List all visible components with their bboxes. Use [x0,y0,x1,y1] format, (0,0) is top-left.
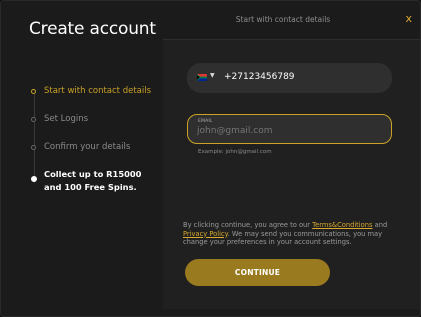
terms-middle: and [372,221,388,229]
steps-line [34,90,35,183]
south-africa-flag-icon[interactable] [197,74,207,81]
phone-value[interactable]: +27123456789 [224,72,295,82]
email-example-hint: Example: john@gmail.com [198,149,272,155]
chevron-down-icon[interactable]: ▼ [210,72,215,79]
terms-conditions-link[interactable]: Terms&Conditions [312,221,372,229]
left-pane: Create account Start with contact detail… [1,1,163,316]
email-field[interactable]: EMAIL [187,114,392,144]
page-title: Create account [29,19,156,39]
terms-text: By clicking continue, you agree to our T… [183,221,395,247]
step-dot [31,89,36,94]
terms-prefix: By clicking continue, you agree to our [183,221,313,229]
email-label: EMAIL [198,119,213,124]
step-label: Start with contact details [44,86,152,96]
step-label: Collect up to R15000 and 100 Free Spins. [44,169,142,192]
step-dot [31,117,36,122]
step-dot [31,145,36,150]
email-input[interactable] [197,126,377,136]
step-dot [31,176,37,182]
close-button[interactable]: x [405,12,412,25]
phone-field[interactable]: ▼ +27123456789 [187,63,392,93]
continue-button[interactable]: CONTINUE [185,259,330,286]
step-label: Set Logins [44,114,89,124]
create-account-modal: Create account Start with contact detail… [0,0,421,317]
step-label: Confirm your details [44,142,131,152]
right-header: Start with contact details x [163,1,420,40]
privacy-policy-link[interactable]: Privacy Policy [183,230,228,238]
header-title: Start with contact details [235,15,331,24]
